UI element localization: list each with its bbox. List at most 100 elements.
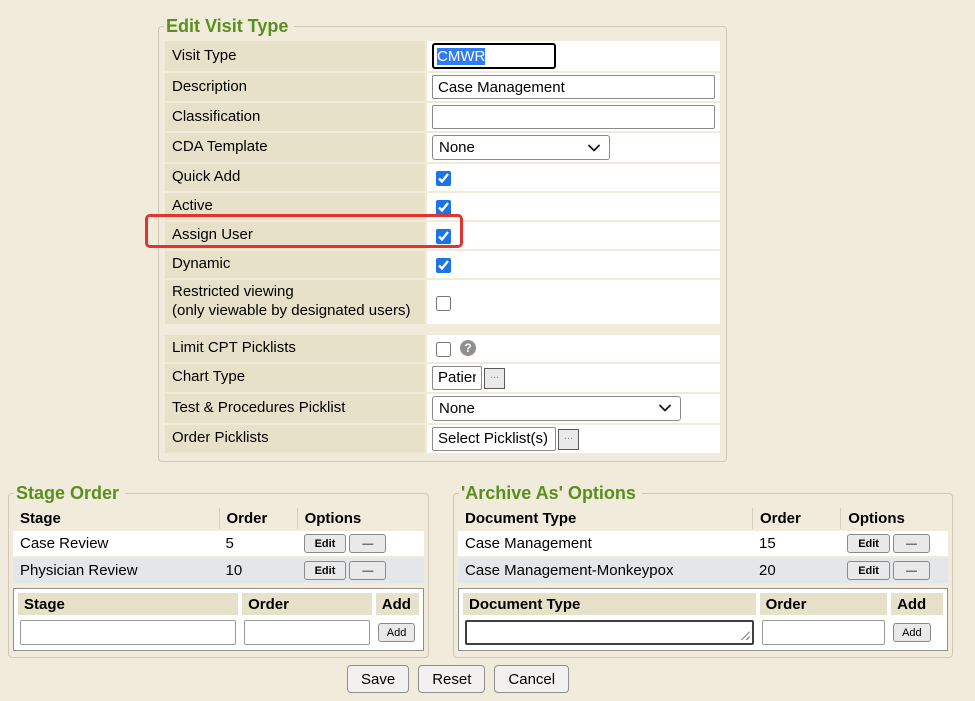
column-header-document-type: Document Type — [458, 508, 752, 529]
order-cell: 15 — [752, 531, 840, 556]
classification-label: Classification — [165, 103, 425, 131]
options-cell: Edit— — [297, 531, 424, 556]
edit-button[interactable]: Edit — [847, 534, 890, 553]
remove-button[interactable]: — — [349, 534, 386, 553]
chart-type-picker-button[interactable]: ... — [484, 368, 505, 389]
new-document-type-input[interactable] — [465, 620, 754, 645]
help-icon[interactable]: ? — [460, 340, 476, 356]
cancel-button[interactable]: Cancel — [494, 665, 569, 693]
remove-button[interactable]: — — [893, 561, 930, 580]
order-picklists-input[interactable] — [432, 427, 556, 451]
add-header-row: Stage Order Add — [18, 593, 419, 615]
edit-visit-type-form: Visit Type CMWR Description Classificati… — [163, 39, 722, 455]
row-description: Description — [165, 73, 720, 101]
stage-order-table: Stage Order Options Case Review 5 Edit— … — [13, 506, 424, 585]
visit-type-label: Visit Type — [165, 41, 425, 71]
order-picklists-label: Order Picklists — [165, 425, 425, 453]
add-column-add: Add — [891, 593, 943, 615]
column-header-order: Order — [752, 508, 840, 529]
row-classification: Classification — [165, 103, 720, 131]
test-procedures-picklist-select[interactable]: None — [432, 396, 681, 421]
new-document-order-input[interactable] — [762, 620, 885, 645]
add-column-order: Order — [760, 593, 887, 615]
description-label: Description — [165, 73, 425, 101]
restricted-viewing-label: Restricted viewing (only viewable by des… — [165, 280, 425, 324]
options-cell: Edit— — [840, 531, 948, 556]
add-column-order: Order — [242, 593, 372, 615]
archive-as-options-title: 'Archive As' Options — [459, 483, 642, 504]
cda-template-select[interactable]: None — [432, 135, 610, 160]
add-column-document-type: Document Type — [463, 593, 756, 615]
edit-button[interactable]: Edit — [304, 561, 347, 580]
row-quick-add: Quick Add — [165, 164, 720, 191]
order-picklists-picker-button[interactable]: ... — [558, 429, 579, 450]
stage-order-section: Stage Order Stage Order Options Case Rev… — [8, 483, 429, 658]
classification-input[interactable] — [432, 105, 715, 129]
table-row: Case Review 5 Edit— — [13, 531, 424, 556]
add-header-row: Document Type Order Add — [463, 593, 943, 615]
chart-type-input[interactable] — [432, 366, 482, 390]
add-input-row: Add — [18, 619, 419, 646]
row-order-picklists: Order Picklists ... — [165, 425, 720, 453]
remove-button[interactable]: — — [893, 534, 930, 553]
row-restricted-viewing: Restricted viewing (only viewable by des… — [165, 280, 720, 324]
restricted-viewing-checkbox[interactable] — [436, 296, 451, 311]
visit-type-input[interactable]: CMWR — [432, 43, 556, 69]
cda-template-selected-option: None — [439, 139, 475, 156]
description-input[interactable] — [432, 75, 715, 99]
form-actions: Save Reset Cancel — [347, 665, 569, 693]
add-column-add: Add — [376, 593, 419, 615]
stage-order-header-row: Stage Order Options — [13, 508, 424, 529]
row-cda-template: CDA Template None — [165, 133, 720, 162]
row-assign-user: Assign User — [165, 222, 720, 249]
new-stage-order-input[interactable] — [244, 620, 370, 645]
column-header-stage: Stage — [13, 508, 219, 529]
edit-visit-type-title: Edit Visit Type — [164, 16, 294, 37]
limit-cpt-picklists-label: Limit CPT Picklists — [165, 335, 425, 362]
table-row: Case Management-Monkeypox 20 Edit— — [458, 558, 948, 583]
test-procedures-selected-option: None — [439, 400, 475, 417]
add-column-stage: Stage — [18, 593, 238, 615]
document-type-cell: Case Management — [458, 531, 752, 556]
table-row: Physician Review 10 Edit— — [13, 558, 424, 583]
edit-button[interactable]: Edit — [847, 561, 890, 580]
order-cell: 20 — [752, 558, 840, 583]
row-dynamic: Dynamic — [165, 251, 720, 278]
chevron-down-icon — [588, 144, 600, 152]
add-stage-button[interactable]: Add — [378, 623, 416, 642]
row-chart-type: Chart Type ... — [165, 364, 720, 392]
row-test-procedures-picklist: Test & Procedures Picklist None — [165, 394, 720, 423]
quick-add-label: Quick Add — [165, 164, 425, 191]
reset-button[interactable]: Reset — [418, 665, 485, 693]
row-visit-type: Visit Type CMWR — [165, 41, 720, 71]
column-header-options: Options — [297, 508, 424, 529]
chevron-down-icon — [659, 404, 671, 412]
quick-add-checkbox[interactable] — [436, 171, 451, 186]
dynamic-checkbox[interactable] — [436, 258, 451, 273]
stage-order-add-table: Stage Order Add Add — [13, 588, 424, 651]
assign-user-checkbox[interactable] — [436, 229, 451, 244]
dynamic-label: Dynamic — [165, 251, 425, 278]
limit-cpt-picklists-checkbox[interactable] — [436, 342, 451, 357]
selected-text: CMWR — [437, 48, 485, 65]
active-checkbox[interactable] — [436, 200, 451, 215]
save-button[interactable]: Save — [347, 665, 409, 693]
assign-user-label: Assign User — [165, 222, 425, 249]
edit-visit-type-section: Edit Visit Type Visit Type CMWR Descript… — [158, 16, 727, 462]
archive-as-table: Document Type Order Options Case Managem… — [458, 506, 948, 585]
chart-type-label: Chart Type — [165, 364, 425, 392]
column-header-options: Options — [840, 508, 948, 529]
document-type-cell: Case Management-Monkeypox — [458, 558, 752, 583]
column-header-order: Order — [219, 508, 297, 529]
edit-button[interactable]: Edit — [304, 534, 347, 553]
cda-template-label: CDA Template — [165, 133, 425, 162]
stage-cell: Physician Review — [13, 558, 219, 583]
add-document-type-button[interactable]: Add — [893, 623, 931, 642]
restricted-viewing-note: (only viewable by designated users) — [172, 302, 418, 321]
order-cell: 10 — [219, 558, 297, 583]
remove-button[interactable]: — — [349, 561, 386, 580]
new-stage-input[interactable] — [20, 620, 236, 645]
archive-as-header-row: Document Type Order Options — [458, 508, 948, 529]
add-input-row: Add — [463, 619, 943, 646]
table-row: Case Management 15 Edit— — [458, 531, 948, 556]
